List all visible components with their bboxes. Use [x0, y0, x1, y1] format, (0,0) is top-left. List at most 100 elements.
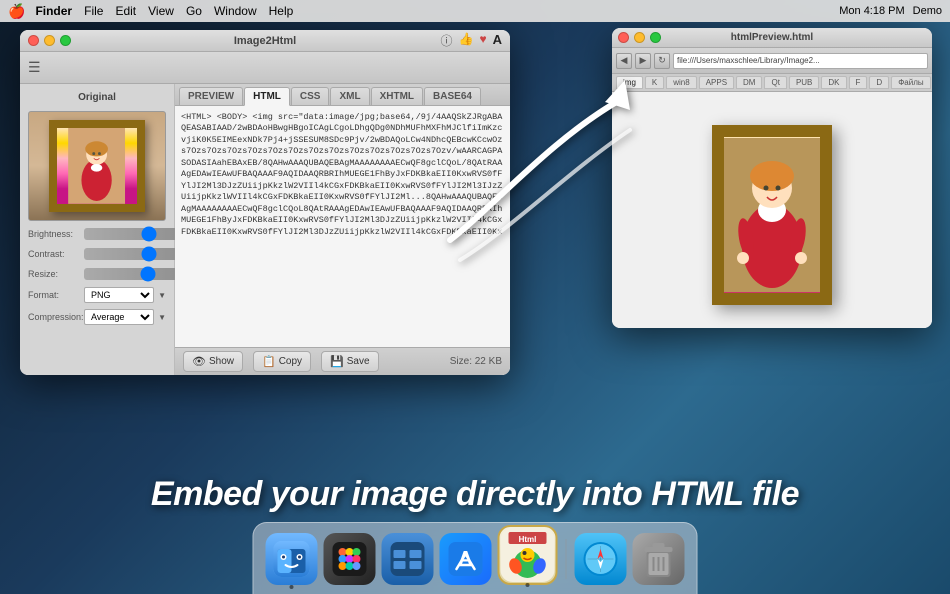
toolbar: ☰: [20, 52, 510, 84]
btab-dm[interactable]: DM: [736, 76, 762, 89]
image2html-active-dot: [526, 583, 530, 587]
format-row: Format: PNG JPG GIF ▼: [28, 287, 166, 303]
save-button[interactable]: 💾 Save: [321, 351, 379, 372]
minimize-button[interactable]: [44, 35, 55, 46]
trash-icon-svg: [643, 541, 675, 577]
appstore-icon-svg: A: [449, 542, 483, 576]
image2html-window: Image2Html ⓘ 👍 ♥ A ☰ Original: [20, 30, 510, 375]
browser-window: htmlPreview.html ◀ ▶ ↻ img K win8 APPS D…: [612, 28, 932, 328]
dock-icon-safari[interactable]: [575, 533, 627, 585]
tabs-bar: PREVIEW HTML CSS XML XHTML BASE64: [175, 84, 510, 106]
copy-label: Copy: [279, 356, 302, 367]
maximize-button[interactable]: [60, 35, 71, 46]
window-titlebar: Image2Html ⓘ 👍 ♥ A: [20, 30, 510, 52]
address-bar[interactable]: [673, 53, 928, 69]
promo-text: Embed your image directly into HTML file: [0, 475, 950, 514]
browser-title: htmlPreview.html: [731, 32, 813, 43]
btab-dk[interactable]: DK: [821, 76, 846, 89]
browser-minimize[interactable]: [634, 32, 645, 43]
btab-d[interactable]: D: [869, 76, 889, 89]
compression-select[interactable]: Average Low High: [84, 309, 154, 325]
resize-row: Resize: 100 ⟳: [28, 267, 166, 281]
safari-icon-svg: [584, 542, 618, 576]
tab-xml[interactable]: XML: [330, 87, 369, 105]
browser-maximize[interactable]: [650, 32, 661, 43]
menubar-go[interactable]: Go: [186, 4, 202, 18]
dock-icon-trash[interactable]: [633, 533, 685, 585]
portrait-frame: [49, 120, 144, 212]
menubar-help[interactable]: Help: [269, 4, 294, 18]
menubar-finder[interactable]: Finder: [35, 4, 72, 18]
dock-icon-finder[interactable]: [266, 533, 318, 585]
forward-button[interactable]: ▶: [635, 53, 651, 69]
menu-user: Demo: [913, 5, 942, 17]
show-button[interactable]: 👁 Show: [183, 351, 243, 372]
btab-k[interactable]: K: [645, 76, 664, 89]
image-preview: [28, 111, 166, 221]
menubar-file[interactable]: File: [84, 4, 103, 18]
brightness-label: Brightness:: [28, 229, 80, 239]
btab-apps[interactable]: APPS: [699, 76, 734, 89]
browser-close[interactable]: [618, 32, 629, 43]
text-icon[interactable]: A: [493, 32, 502, 49]
tab-base64[interactable]: BASE64: [424, 87, 481, 105]
contrast-row: Contrast: 0 ⟳: [28, 247, 166, 261]
hamburger-icon[interactable]: ☰: [28, 59, 41, 76]
close-button[interactable]: [28, 35, 39, 46]
launchpad-icon-svg: [333, 542, 367, 576]
brightness-row: Brightness: 0 ⟳: [28, 227, 166, 241]
tab-html[interactable]: HTML: [244, 87, 290, 106]
format-label: Format:: [28, 290, 80, 300]
apple-menu[interactable]: 🍎: [8, 3, 25, 20]
right-panel: PREVIEW HTML CSS XML XHTML BASE64 <HTML>…: [175, 84, 510, 375]
compression-row: Compression: Average Low High ▼: [28, 309, 166, 325]
btab-f[interactable]: F: [849, 76, 868, 89]
back-button[interactable]: ◀: [616, 53, 632, 69]
browser-girl-svg: [724, 137, 820, 293]
btab-qt[interactable]: Qt: [764, 76, 786, 89]
image2html-icon-svg: Html: [501, 528, 555, 582]
browser-content: [612, 92, 932, 328]
btab-win8[interactable]: win8: [666, 76, 696, 89]
btab-pub[interactable]: PUB: [789, 76, 819, 89]
mission-icon-svg: [391, 542, 425, 576]
contrast-label: Contrast:: [28, 249, 80, 259]
portrait-bg: [29, 112, 165, 220]
dock-icon-appstore[interactable]: A: [440, 533, 492, 585]
code-content: <HTML> <BODY> <img src="data:image/jpg;b…: [181, 112, 502, 237]
reload-button[interactable]: ↻: [654, 53, 670, 69]
menu-time: Mon 4:18 PM: [839, 5, 904, 17]
menubar-view[interactable]: View: [148, 4, 174, 18]
original-label: Original: [28, 92, 166, 103]
btab-files[interactable]: Файлы: [891, 76, 930, 89]
code-area[interactable]: <HTML> <BODY> <img src="data:image/jpg;b…: [175, 106, 510, 347]
btab-img[interactable]: img: [616, 76, 643, 89]
browser-portrait-inner: [724, 137, 820, 293]
show-icon: 👁: [192, 355, 206, 368]
tab-css[interactable]: CSS: [291, 87, 330, 105]
bottom-bar: 👁 Show 📋 Copy 💾 Save Size: 22 KB: [175, 347, 510, 375]
menubar-edit[interactable]: Edit: [115, 4, 136, 18]
save-label: Save: [347, 356, 370, 367]
menubar-window[interactable]: Window: [214, 4, 257, 18]
thumbsup-icon[interactable]: 👍: [459, 32, 474, 49]
dock-icon-launchpad[interactable]: [324, 533, 376, 585]
menubar: 🍎 Finder File Edit View Go Window Help M…: [0, 0, 950, 22]
dock-icon-image2html[interactable]: Html: [498, 525, 558, 585]
tab-preview[interactable]: PREVIEW: [179, 87, 243, 105]
browser-toolbar: ◀ ▶ ↻: [612, 48, 932, 74]
info-icon[interactable]: ⓘ: [441, 32, 453, 49]
dock: A Html: [253, 522, 698, 594]
content-area: Original: [20, 84, 510, 375]
window-title: Image2Html: [234, 35, 296, 47]
dock-icon-mission[interactable]: [382, 533, 434, 585]
save-icon: 💾: [330, 355, 344, 368]
browser-titlebar: htmlPreview.html: [612, 28, 932, 48]
dock-separator: [566, 539, 567, 579]
tab-xhtml[interactable]: XHTML: [371, 87, 423, 105]
browser-portrait: [712, 125, 832, 305]
format-select[interactable]: PNG JPG GIF: [84, 287, 154, 303]
heart-icon[interactable]: ♥: [479, 32, 486, 49]
finder-icon-svg: [274, 541, 310, 577]
copy-button[interactable]: 📋 Copy: [253, 351, 311, 372]
